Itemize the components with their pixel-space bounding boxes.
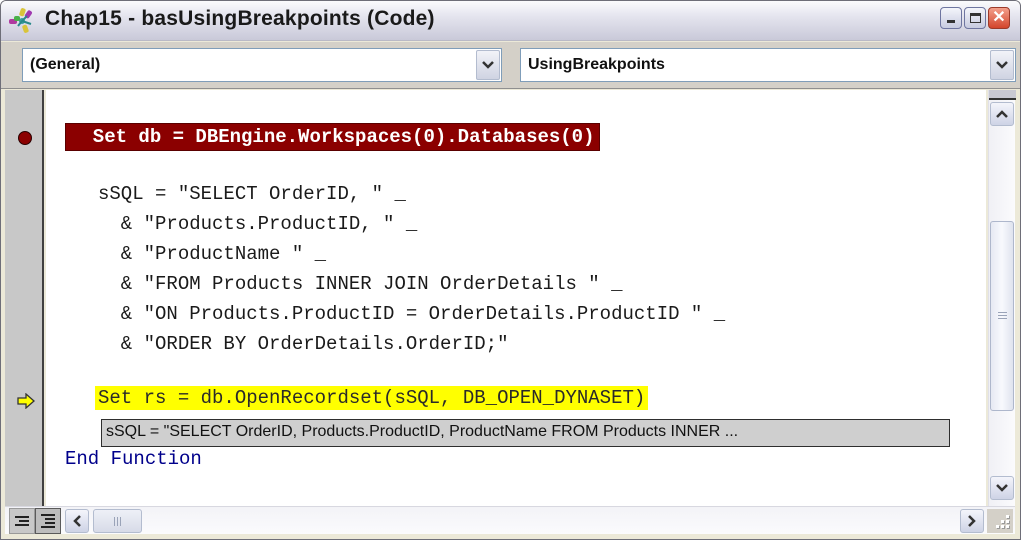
chevron-right-icon <box>968 515 976 527</box>
vertical-scroll-thumb[interactable] <box>990 221 1014 411</box>
vba-project-icon <box>9 8 32 33</box>
procedure-dropdown-button[interactable] <box>990 50 1014 80</box>
object-dropdown[interactable]: (General) <box>22 48 502 82</box>
breakpoint-icon[interactable] <box>18 131 32 145</box>
full-module-view-icon <box>41 514 55 528</box>
scroll-up-button[interactable] <box>990 102 1014 126</box>
code-line[interactable]: & "ORDER BY OrderDetails.OrderID;" <box>98 333 509 355</box>
chevron-down-icon <box>996 484 1008 492</box>
end-function-line[interactable]: End Function <box>65 448 202 470</box>
split-bar[interactable] <box>989 90 1016 100</box>
data-tip: sSQL = "SELECT OrderID, Products.Product… <box>101 419 950 447</box>
code-line[interactable]: & "Products.ProductID, " _ <box>98 213 417 235</box>
scroll-left-button[interactable] <box>65 509 89 533</box>
horizontal-scroll-thumb[interactable] <box>93 509 142 533</box>
maximize-button[interactable] <box>964 7 986 29</box>
execution-pointer-icon[interactable] <box>17 393 35 409</box>
procedure-dropdown[interactable]: UsingBreakpoints <box>520 48 1016 82</box>
chevron-up-icon <box>996 110 1008 118</box>
grip-icon <box>997 312 1007 320</box>
full-module-view-button[interactable] <box>35 508 61 534</box>
grip-icon <box>113 516 122 526</box>
window-title: Chap15 - basUsingBreakpoints (Code) <box>45 7 435 30</box>
combo-toolbar: (General) UsingBreakpoints <box>1 42 1020 89</box>
chevron-left-icon <box>73 515 81 527</box>
breakpoint-line[interactable]: Set db = DBEngine.Workspaces(0).Database… <box>65 123 600 151</box>
code-line[interactable]: sSQL = "SELECT OrderID, " _ <box>98 183 406 205</box>
minimize-icon <box>947 20 955 23</box>
scroll-down-button[interactable] <box>990 476 1014 500</box>
procedure-view-icon <box>15 516 29 526</box>
code-line[interactable]: & "FROM Products INNER JOIN OrderDetails… <box>98 273 623 295</box>
code-editor[interactable]: Set db = DBEngine.Workspaces(0).Database… <box>46 90 986 506</box>
title-bar[interactable]: Chap15 - basUsingBreakpoints (Code) ✕ <box>1 1 1020 41</box>
close-icon: ✕ <box>992 9 1006 26</box>
close-button[interactable]: ✕ <box>988 7 1010 29</box>
chevron-down-icon <box>996 61 1008 69</box>
object-dropdown-value: (General) <box>30 56 101 73</box>
horizontal-scrollbar[interactable] <box>5 506 1015 534</box>
margin-indicator-bar[interactable] <box>5 90 44 506</box>
maximize-icon <box>969 13 981 23</box>
code-line[interactable]: & "ProductName " _ <box>98 243 326 265</box>
vertical-scrollbar[interactable] <box>988 90 1016 506</box>
code-window: Chap15 - basUsingBreakpoints (Code) ✕ (G… <box>0 0 1021 540</box>
current-execution-line[interactable]: Set rs = db.OpenRecordset(sSQL, DB_OPEN_… <box>95 386 649 410</box>
chevron-down-icon <box>482 61 494 69</box>
minimize-button[interactable] <box>940 7 962 29</box>
procedure-view-button[interactable] <box>9 508 35 534</box>
scroll-right-button[interactable] <box>960 509 984 533</box>
resize-grip[interactable] <box>987 509 1013 533</box>
procedure-dropdown-value: UsingBreakpoints <box>528 56 665 73</box>
code-line[interactable]: & "ON Products.ProductID = OrderDetails.… <box>98 303 725 325</box>
object-dropdown-button[interactable] <box>476 50 500 80</box>
